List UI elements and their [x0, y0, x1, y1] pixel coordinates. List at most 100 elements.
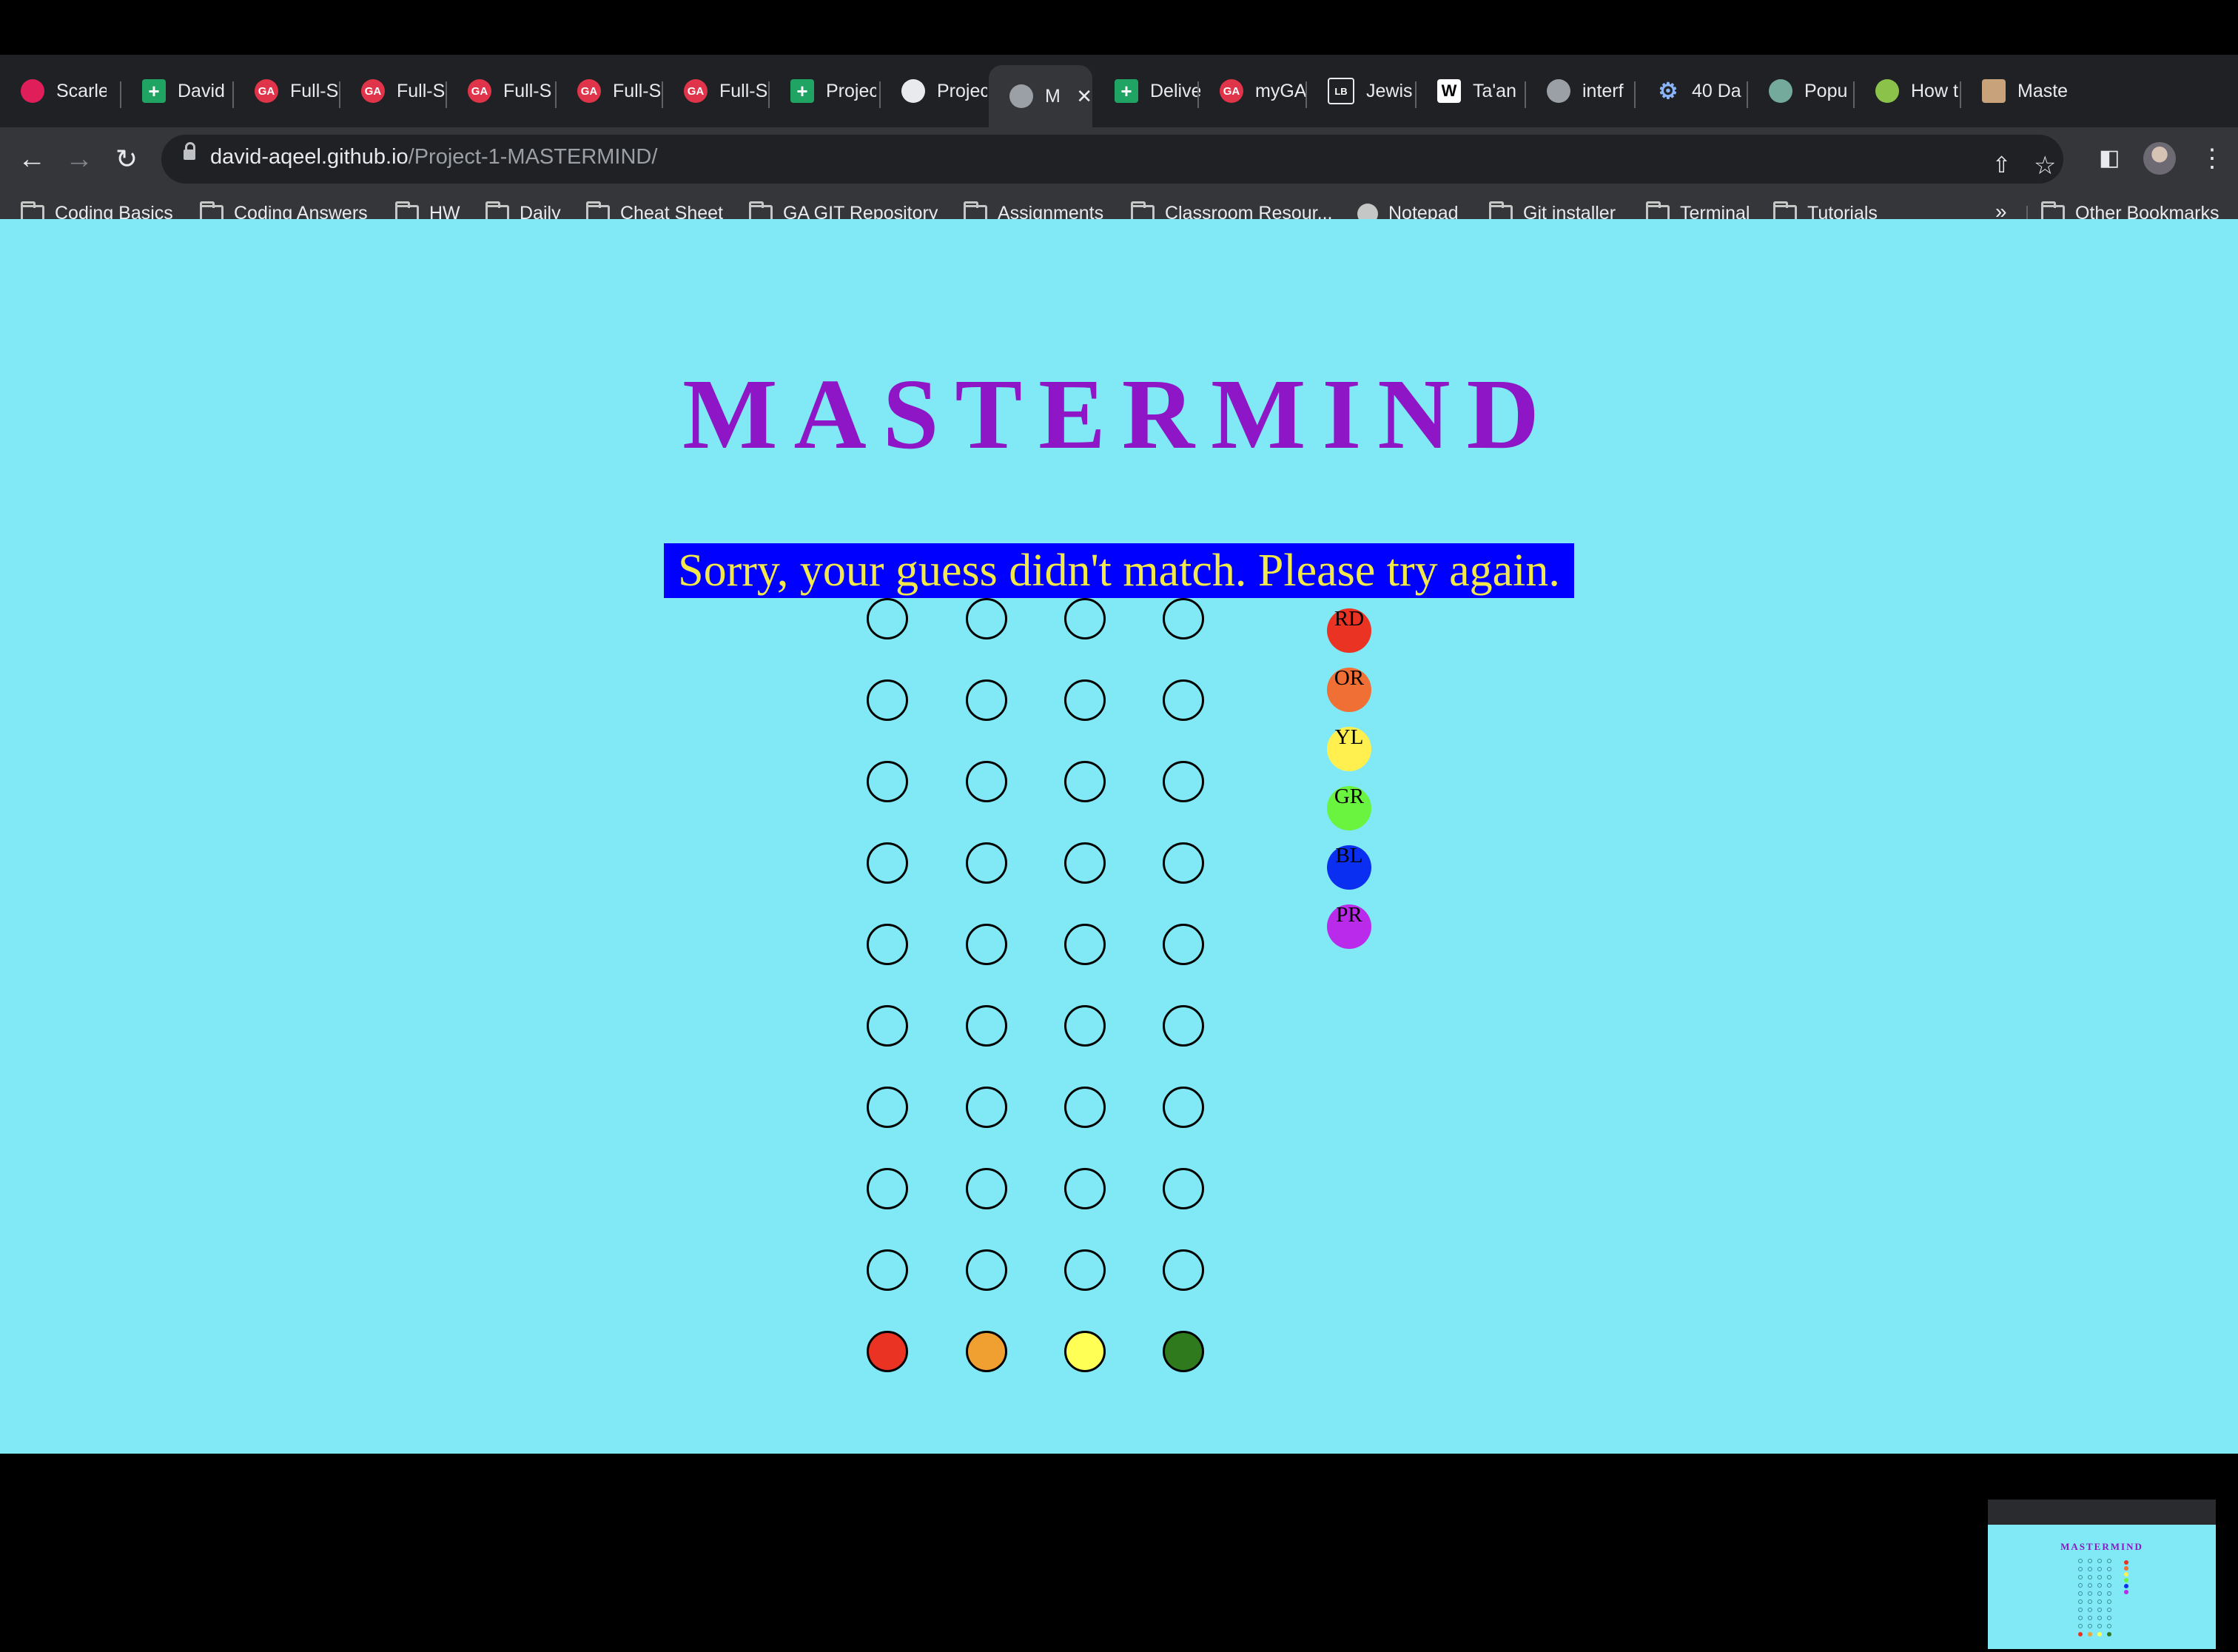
- board-peg[interactable]: [1163, 1168, 1204, 1209]
- thumbnail-peg: [2107, 1559, 2111, 1563]
- board-peg[interactable]: [867, 761, 908, 802]
- board-peg[interactable]: [966, 924, 1007, 965]
- tab-6[interactable]: GA Full-S: [557, 64, 666, 118]
- board-peg[interactable]: [966, 1005, 1007, 1047]
- url-text[interactable]: david-aqeel.github.io/Project-1-MASTERMI…: [210, 145, 657, 169]
- color-choice-or[interactable]: OR: [1327, 668, 1371, 712]
- board-peg[interactable]: [1064, 1087, 1106, 1128]
- status-message: Sorry, your guess didn't match. Please t…: [664, 543, 1574, 598]
- tab-separator: [1197, 81, 1199, 108]
- tab-14[interactable]: W Ta'an: [1417, 64, 1526, 118]
- board-peg[interactable]: [1163, 1249, 1204, 1291]
- board-peg[interactable]: [1163, 1087, 1204, 1128]
- board-peg[interactable]: [867, 842, 908, 884]
- tab-title: Popu: [1804, 80, 1848, 101]
- board-peg[interactable]: [966, 761, 1007, 802]
- close-icon[interactable]: ✕: [1076, 85, 1092, 108]
- tab-separator: [662, 81, 663, 108]
- address-bar[interactable]: david-aqeel.github.io/Project-1-MASTERMI…: [161, 135, 2063, 184]
- back-button[interactable]: ←: [13, 141, 50, 178]
- board-peg[interactable]: [966, 842, 1007, 884]
- tab-separator: [1853, 81, 1855, 108]
- tab-15[interactable]: interf: [1526, 64, 1636, 118]
- tab-12[interactable]: GA myGA: [1199, 64, 1308, 118]
- tab-7[interactable]: GA Full-S: [663, 64, 773, 118]
- board-peg[interactable]: [1064, 1005, 1106, 1047]
- board-peg[interactable]: [1064, 598, 1106, 639]
- tab-title: interf: [1582, 80, 1624, 101]
- wikipedia-icon: W: [1437, 79, 1461, 103]
- board-peg[interactable]: [1163, 761, 1204, 802]
- page-viewport: MASTERMIND Sorry, your guess didn't matc…: [0, 219, 2238, 1652]
- board-peg[interactable]: [966, 598, 1007, 639]
- board-peg[interactable]: [867, 1249, 908, 1291]
- ga-icon: GA: [255, 79, 278, 103]
- color-choice-rd[interactable]: RD: [1327, 608, 1371, 653]
- thumbnail-peg: [2107, 1591, 2111, 1596]
- board-peg[interactable]: [1064, 1249, 1106, 1291]
- board-peg[interactable]: [966, 1168, 1007, 1209]
- tab-2[interactable]: + David: [121, 64, 231, 118]
- board-peg[interactable]: [966, 1087, 1007, 1128]
- color-choice-bl[interactable]: BL: [1327, 845, 1371, 890]
- color-choice-pr[interactable]: PR: [1327, 904, 1371, 949]
- bookmark-star-icon[interactable]: ☆: [2034, 151, 2056, 181]
- tab-9[interactable]: Projec: [881, 64, 990, 118]
- tab-16[interactable]: ⚙ 40 Da: [1636, 64, 1745, 118]
- tab-13[interactable]: LB Jewis: [1307, 64, 1417, 118]
- board-peg[interactable]: [867, 1168, 908, 1209]
- board-peg[interactable]: [1163, 842, 1204, 884]
- board-peg[interactable]: [1064, 842, 1106, 884]
- share-icon[interactable]: ⇧: [1992, 151, 2011, 181]
- tab-title: Projec: [937, 80, 987, 101]
- board-peg[interactable]: [1163, 679, 1204, 721]
- board-peg[interactable]: [1064, 679, 1106, 721]
- tab-5[interactable]: GA Full-S: [447, 64, 557, 118]
- side-panel-icon[interactable]: ◧: [2099, 144, 2120, 173]
- tab-19[interactable]: Maste: [1961, 64, 2071, 118]
- reload-button[interactable]: ↻: [108, 141, 145, 178]
- tab-4[interactable]: GA Full-S: [340, 64, 450, 118]
- board-peg[interactable]: [1163, 924, 1204, 965]
- tab-17[interactable]: Popu: [1748, 64, 1858, 118]
- tab-separator: [1525, 81, 1526, 108]
- ga-icon: GA: [684, 79, 708, 103]
- color-choice-gr[interactable]: GR: [1327, 786, 1371, 830]
- thumbnail-peg: [2088, 1575, 2092, 1579]
- profile-avatar[interactable]: [2143, 142, 2176, 175]
- board-peg[interactable]: [1064, 924, 1106, 965]
- ga-icon: GA: [1220, 79, 1243, 103]
- forward-button[interactable]: →: [61, 141, 98, 178]
- tab-18[interactable]: How t: [1855, 64, 1964, 118]
- tab-title: 40 Da: [1692, 80, 1741, 101]
- board-peg[interactable]: [966, 679, 1007, 721]
- board-peg[interactable]: [867, 1087, 908, 1128]
- board-peg[interactable]: [1163, 598, 1204, 639]
- thumbnail-peg: [2107, 1599, 2111, 1604]
- tab-1[interactable]: Scarle: [0, 64, 110, 118]
- board-peg[interactable]: [1064, 1168, 1106, 1209]
- board-peg[interactable]: [966, 1249, 1007, 1291]
- board-peg[interactable]: [1163, 1005, 1204, 1047]
- thumbnail-peg: [2097, 1559, 2102, 1563]
- tab-11[interactable]: + Delive: [1094, 64, 1203, 118]
- board-peg[interactable]: [867, 1005, 908, 1047]
- board-peg[interactable]: [867, 598, 908, 639]
- thumbnail-peg: [2088, 1567, 2092, 1571]
- board-peg[interactable]: [1163, 1331, 1204, 1372]
- board-peg[interactable]: [867, 679, 908, 721]
- board-peg[interactable]: [867, 924, 908, 965]
- tab-separator: [120, 81, 121, 108]
- board-peg[interactable]: [867, 1331, 908, 1372]
- board-peg[interactable]: [1064, 761, 1106, 802]
- board-peg[interactable]: [966, 1331, 1007, 1372]
- color-choice-yl[interactable]: YL: [1327, 727, 1371, 771]
- more-menu-icon[interactable]: ⋮: [2200, 144, 2225, 173]
- tab-8[interactable]: + Projec: [770, 64, 879, 118]
- tab-3[interactable]: GA Full-S: [234, 64, 343, 118]
- page-thumbnail-preview[interactable]: MASTERMIND: [1985, 1497, 2219, 1652]
- board-peg[interactable]: [1064, 1331, 1106, 1372]
- tab-title: Full-S: [613, 80, 662, 101]
- github-icon: [901, 79, 925, 103]
- tab-10[interactable]: Ma ✕: [989, 65, 1092, 127]
